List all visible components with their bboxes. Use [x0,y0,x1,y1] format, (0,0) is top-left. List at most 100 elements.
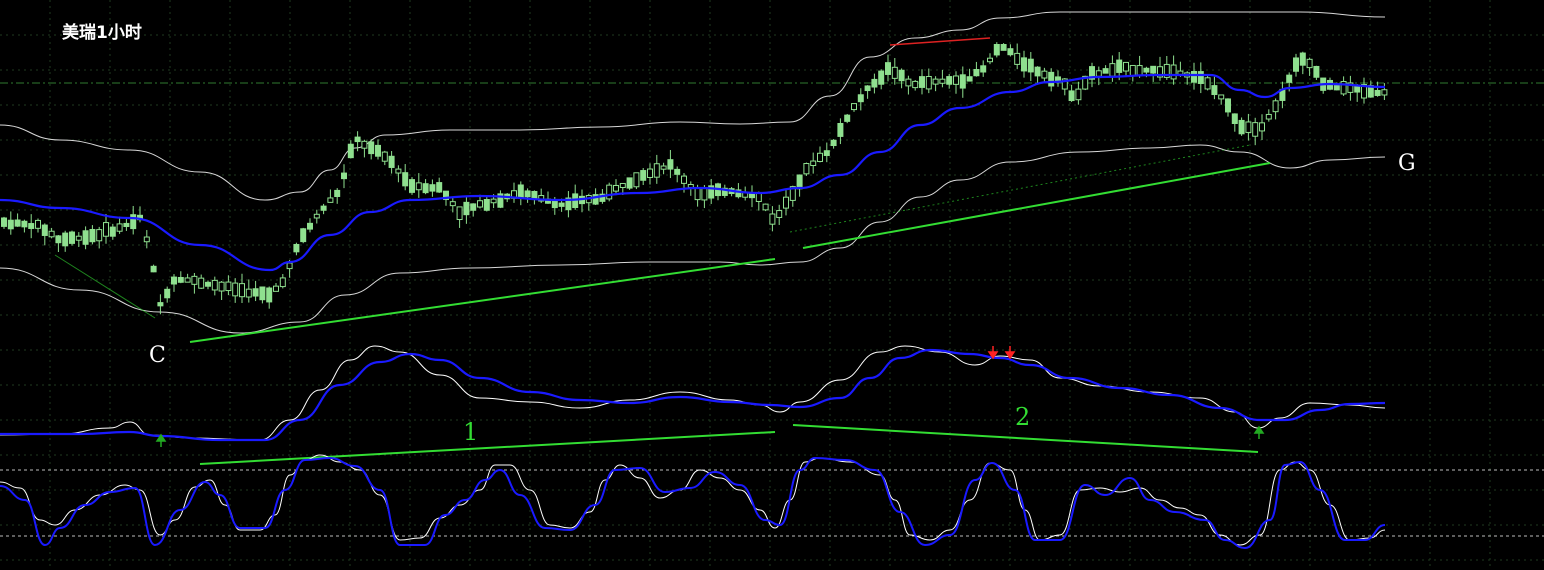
candle-body [116,223,123,232]
momentum-slow-line [0,348,1386,442]
candle-body [422,183,429,194]
upper-band [0,11,1386,201]
candle-body [75,235,82,241]
candle-body [300,228,307,243]
candle-body [851,103,857,111]
candle-body [103,222,109,237]
candle-body [177,276,184,283]
candle-body [143,236,150,243]
candle-body [470,203,477,211]
candle-body [667,159,674,170]
candle-body [1265,113,1272,120]
candle-body [21,220,28,228]
candle-body [993,44,1000,56]
point-g-label: G [1398,151,1416,176]
candle-body [225,281,232,292]
candle-body [932,78,939,85]
candle-body [14,219,21,227]
candle-body [293,243,300,253]
candle-body [96,229,103,242]
candle-body [123,222,130,228]
candle-body [980,65,987,73]
candle-body [1218,94,1225,100]
candle-body [130,214,137,230]
candle-body [490,198,497,204]
candle-body [572,193,579,209]
candle-body [613,184,619,192]
candle-body [1191,71,1197,83]
candle-body [375,144,381,157]
candle-body [674,168,681,175]
candle-body [1245,121,1252,133]
candle-body [871,78,878,88]
candle-body [1109,63,1116,77]
candle-body [55,235,62,244]
candle-body [660,165,667,170]
candle-body [429,184,436,192]
candle-body [191,275,198,285]
candle-body [327,197,334,203]
stochastic-slow-line [0,456,1386,550]
candle-body [307,222,313,230]
momentum-fast-line [0,345,1386,441]
candle-body [286,262,293,270]
candle-body [1021,57,1027,72]
candle-body [973,69,980,77]
candle-body [62,232,69,247]
candle-body [925,76,932,90]
candle-body [633,172,640,188]
candle-body [245,288,252,298]
candle-body [7,219,14,230]
candle-body [279,277,286,288]
candle-body [1102,68,1109,74]
point-c-label: C [149,343,166,368]
candle-body [1252,122,1259,137]
candle-body [164,288,171,299]
candle-body [803,163,810,175]
candle-body [905,78,912,87]
candle-body [1211,85,1218,96]
candle-body [1197,71,1204,84]
candle-body [388,155,395,168]
candle-body [341,172,347,180]
candle-body [1225,98,1231,113]
candle-body [157,302,164,307]
candle-body [898,69,905,82]
candle-body [953,75,959,85]
candle-body [273,285,279,292]
candle-body [885,62,891,75]
candle-body [1143,67,1150,73]
support-trendline-2 [802,162,1271,249]
chart-title: 美瑞1小时 [62,22,142,43]
candle-body [619,182,626,188]
candle-body [150,265,157,273]
candle-body [1354,85,1361,93]
candle-body [606,184,613,200]
candle-body [82,230,89,245]
candle-body [823,150,830,156]
candle-body [946,76,953,85]
candle-body [558,202,565,207]
candle-body [89,228,96,243]
candle-body [959,74,966,89]
candle-body [1,217,7,227]
candle-body [477,200,483,208]
candle-body [1313,65,1320,78]
candle-body [239,283,245,298]
candle-body [701,187,708,201]
candle-body [1381,89,1388,96]
candle-body [796,174,803,190]
candle-body [347,143,354,159]
candle-body [1068,90,1075,102]
candle-body [837,123,844,137]
candle-body [483,198,490,211]
candle-body [1027,58,1034,73]
candle-body [749,193,755,199]
candle-body [912,80,919,89]
candle-body [857,94,864,103]
price-chart: 美瑞1小时 C G 1 2 [0,0,1544,570]
candle-body [402,172,409,187]
candle-body [368,141,375,155]
candle-body [1136,65,1143,77]
candle-body [1123,61,1129,72]
